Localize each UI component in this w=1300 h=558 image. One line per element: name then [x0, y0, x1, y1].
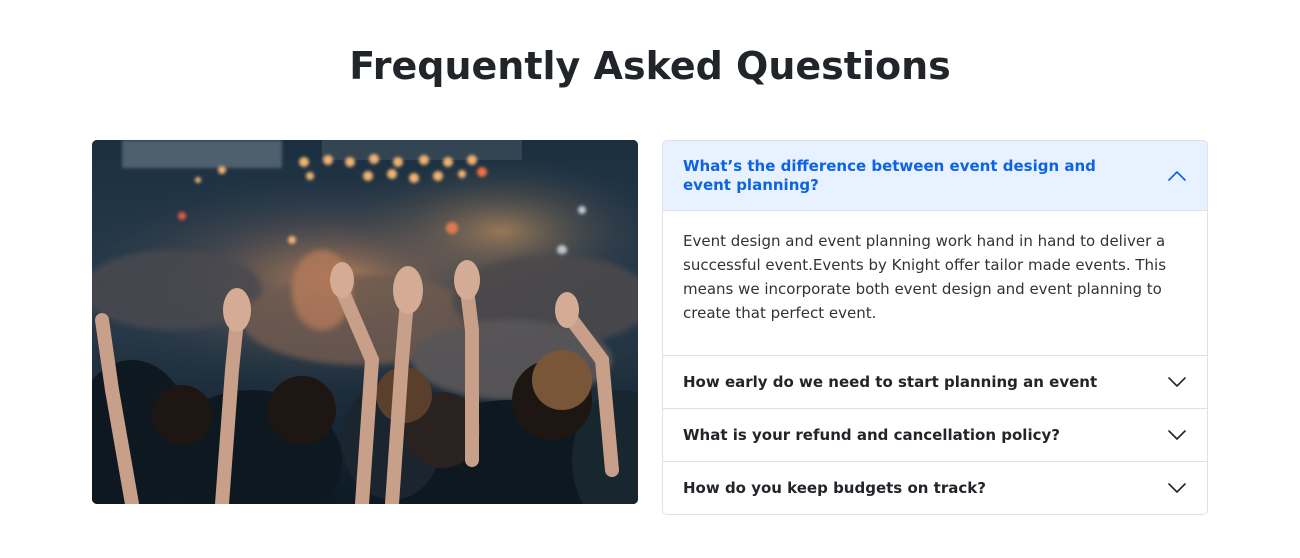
faq-question: How early do we need to start planning a… — [683, 372, 1098, 391]
chevron-up-icon — [1167, 166, 1187, 186]
faq-item: What is your refund and cancellation pol… — [663, 408, 1207, 461]
page-title: Frequently Asked Questions — [349, 44, 951, 88]
faq-accordion: What’s the difference between event desi… — [662, 140, 1208, 515]
faq-question-button[interactable]: How do you keep budgets on track? — [663, 462, 1207, 514]
faq-question-button[interactable]: What is your refund and cancellation pol… — [663, 409, 1207, 461]
faq-question: What is your refund and cancellation pol… — [683, 425, 1060, 444]
faq-question-button[interactable]: What’s the difference between event desi… — [663, 141, 1207, 211]
chevron-down-icon — [1167, 478, 1187, 498]
faq-question: What’s the difference between event desi… — [683, 156, 1096, 194]
faq-item: How early do we need to start planning a… — [663, 355, 1207, 408]
faq-question-button[interactable]: How early do we need to start planning a… — [663, 356, 1207, 408]
chevron-down-icon — [1167, 372, 1187, 392]
concert-crowd-photo — [92, 140, 638, 504]
faq-item: How do you keep budgets on track? — [663, 461, 1207, 514]
faq-item: What’s the difference between event desi… — [663, 141, 1207, 355]
chevron-down-icon — [1167, 425, 1187, 445]
faq-answer: Event design and event planning work han… — [683, 232, 1167, 322]
faq-question: How do you keep budgets on track? — [683, 478, 986, 497]
